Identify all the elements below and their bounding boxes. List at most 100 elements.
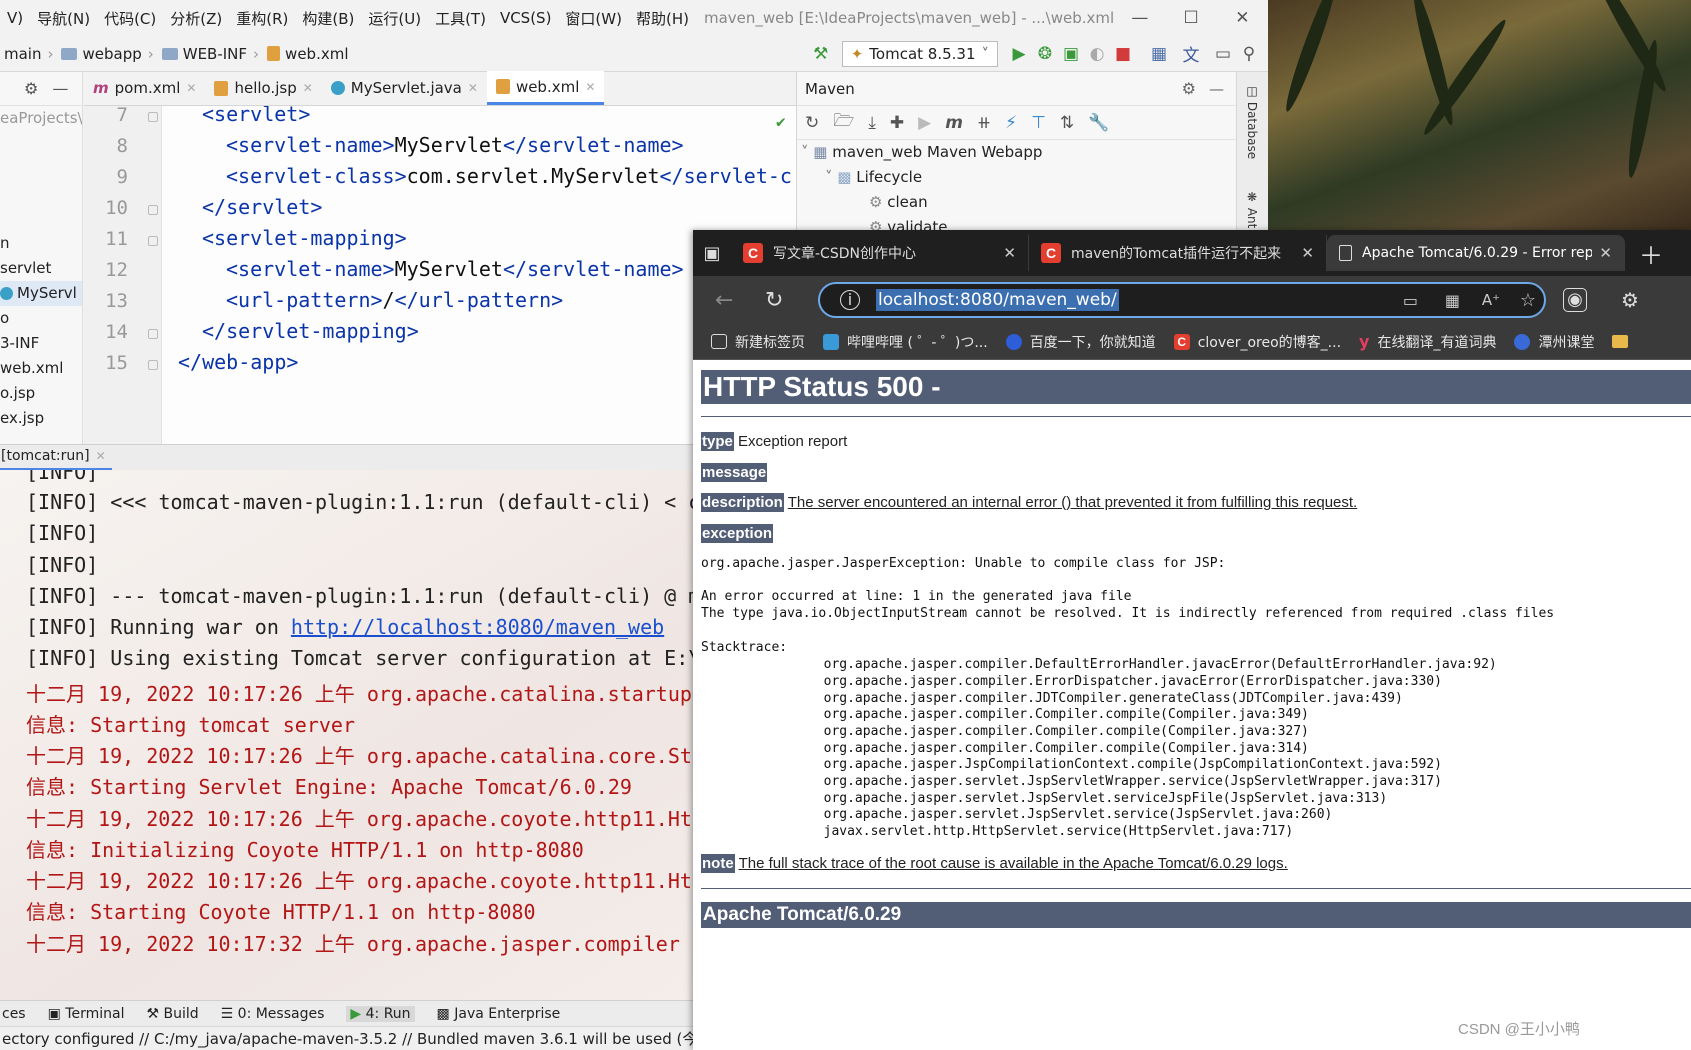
menu-analyze[interactable]: 分析(Z) — [163, 8, 229, 29]
new-tab-icon[interactable]: ＋ — [1639, 236, 1663, 271]
project-tree-row[interactable] — [0, 131, 82, 156]
download-icon[interactable]: ⤓ — [868, 113, 876, 133]
gear-icon[interactable]: ⚙ — [1182, 79, 1196, 98]
breadcrumb-web-inf[interactable]: WEB-INF › — [158, 45, 263, 63]
collapse-all-icon[interactable]: ⇅ — [1060, 113, 1074, 133]
tab-web-xml[interactable]: web.xml ✕ — [486, 71, 605, 105]
ant-tool-button[interactable]: ❋ Ant — [1245, 190, 1259, 228]
apps-icon[interactable]: ▦ — [1445, 291, 1460, 310]
browser-tab-tomcat-error[interactable]: Apache Tomcat/6.0.29 - Error rep ✕ — [1327, 235, 1625, 271]
gear-icon[interactable]: ⚙ — [24, 79, 38, 98]
project-tree-row[interactable]: servlet — [0, 256, 82, 281]
favorite-csdn-blog[interactable]: Cclover_oreo的博客_... — [1156, 332, 1341, 352]
tab-pom-xml[interactable]: m pom.xml ✕ — [84, 71, 205, 105]
add-folder-icon[interactable]: 🗁 — [833, 108, 854, 137]
close-tab-icon[interactable]: ✕ — [303, 81, 313, 95]
browser-tab-csdn-write[interactable]: C 写文章-CSDN创作中心 ✕ — [731, 235, 1029, 271]
run-configuration-select[interactable]: ✦ Tomcat 8.5.31 ˅ — [841, 40, 998, 67]
app-available-icon[interactable]: ▭ — [1403, 291, 1418, 310]
close-tab-icon[interactable]: ✕ — [1599, 244, 1612, 262]
favorite-youdao[interactable]: y 在线翻译_有道词典 — [1341, 332, 1496, 352]
maximize-icon[interactable]: ☐ — [1165, 8, 1216, 28]
menu-tools[interactable]: 工具(T) — [428, 8, 493, 29]
favorite-bilibili[interactable]: 哔哩哔哩 ( ゜- ゜)つ... — [805, 332, 988, 352]
stop-icon[interactable]: ■ — [1110, 41, 1136, 67]
close-tab-icon[interactable]: ✕ — [1301, 244, 1314, 262]
read-aloud-icon[interactable]: A⁺ — [1482, 291, 1500, 309]
tab-myservlet-java[interactable]: MyServlet.java ✕ — [322, 71, 487, 105]
url-text[interactable]: localhost:8080/maven_web/ — [876, 289, 1119, 311]
tool-tab-messages[interactable]: ☰ 0: Messages — [221, 1006, 325, 1022]
close-tab-icon[interactable]: ✕ — [1003, 244, 1016, 262]
menu-window[interactable]: 窗口(W) — [558, 8, 629, 29]
close-tab-icon[interactable]: ✕ — [96, 449, 106, 463]
menu-vcs[interactable]: VCS(S) — [493, 9, 558, 27]
project-tree-row[interactable]: n — [0, 231, 82, 256]
translate-icon[interactable]: 文 — [1178, 41, 1204, 67]
menu-build[interactable]: 构建(B) — [295, 8, 361, 29]
site-info-icon[interactable]: i — [840, 290, 860, 310]
profile-icon[interactable]: ◐ — [1084, 41, 1110, 67]
code-editor[interactable]: 7 8 9 10 11 12 13 14 15 <servlet> <servl… — [84, 106, 796, 444]
favorites-folder[interactable] — [1594, 335, 1629, 348]
address-bar[interactable]: i localhost:8080/maven_web/ ▭ ▦ A⁺ ☆ — [818, 282, 1546, 318]
maven-tree-project[interactable]: ˅ ▦ maven_web Maven Webapp — [797, 140, 1236, 165]
tab-hello-jsp[interactable]: hello.jsp ✕ — [205, 71, 321, 105]
fold-marker-icon[interactable] — [148, 205, 158, 215]
skip-tests-icon[interactable]: ⚡ — [1005, 113, 1017, 133]
menu-view[interactable]: V) — [0, 9, 30, 27]
run-console[interactable]: [INFO] [INFO] <<< tomcat-maven-plugin:1.… — [0, 470, 700, 1010]
tab-actions-icon[interactable]: ▣ — [693, 243, 731, 264]
project-tree-row-selected[interactable]: MyServl — [0, 281, 82, 306]
close-tab-icon[interactable]: ✕ — [468, 81, 478, 95]
menu-code[interactable]: 代码(C) — [97, 8, 163, 29]
database-tool-button[interactable]: ◫ Database — [1245, 84, 1259, 159]
project-tree-row[interactable]: eaProjects\ — [0, 106, 82, 131]
terminal-window-icon[interactable]: ▭ — [1210, 41, 1236, 67]
inspection-ok-icon[interactable]: ✔ — [776, 112, 786, 131]
tool-tab-build[interactable]: ⚒ Build — [146, 1006, 198, 1022]
reload-icon[interactable]: ↻ — [765, 288, 783, 313]
project-tree-row[interactable]: 3-INF — [0, 331, 82, 356]
tool-tab-run[interactable]: ▶ 4: Run — [346, 1005, 415, 1022]
menu-navigate[interactable]: 导航(N) — [30, 8, 97, 29]
menu-help[interactable]: 帮助(H) — [629, 8, 696, 29]
debug-icon[interactable]: ❂ — [1032, 41, 1058, 67]
show-dependencies-icon[interactable]: ⊤ — [1031, 113, 1046, 133]
close-tab-icon[interactable]: ✕ — [186, 81, 196, 95]
maven-tree-lifecycle[interactable]: ˅ ▩ Lifecycle — [797, 165, 1236, 190]
project-tree-row[interactable] — [0, 156, 82, 181]
maven-goal-icon[interactable]: m — [945, 113, 963, 133]
project-tree-row[interactable] — [0, 181, 82, 206]
run-goal-icon[interactable]: ▶ — [918, 113, 931, 133]
project-structure-icon[interactable]: ▦ — [1146, 41, 1172, 67]
fold-marker-icon[interactable] — [148, 236, 158, 246]
project-tree-row[interactable]: ex.jsp — [0, 406, 82, 431]
reload-icon[interactable]: ↻ — [805, 113, 819, 133]
hide-panel-icon[interactable]: — — [1209, 80, 1224, 98]
search-icon[interactable]: ⚲ — [1236, 41, 1262, 67]
project-tree-row[interactable] — [0, 206, 82, 231]
run-icon[interactable]: ▶ — [1006, 41, 1032, 67]
project-tree-row[interactable]: o — [0, 306, 82, 331]
fold-marker-icon[interactable] — [148, 329, 158, 339]
maven-tree-clean[interactable]: ⚙ clean — [797, 190, 1236, 215]
coverage-icon[interactable]: ▣ — [1058, 41, 1084, 67]
breadcrumb-webapp[interactable]: webapp › — [57, 45, 157, 63]
profile-icon[interactable]: ◉ — [1563, 288, 1587, 312]
fold-marker-icon[interactable] — [148, 360, 158, 370]
back-icon[interactable]: ← — [715, 288, 733, 313]
project-tree-row[interactable]: o.jsp — [0, 381, 82, 406]
favorite-star-icon[interactable]: ☆ — [1520, 290, 1536, 311]
project-tree-row[interactable]: web.xml — [0, 356, 82, 381]
favorite-tanzhou[interactable]: 潭州课堂 — [1496, 332, 1594, 352]
minimize-icon[interactable]: — — [1114, 8, 1165, 28]
wrench-icon[interactable]: 🔧 — [1088, 113, 1109, 133]
menu-run[interactable]: 运行(U) — [361, 8, 428, 29]
fold-marker-icon[interactable] — [148, 112, 158, 122]
breadcrumb-web-xml[interactable]: web.xml — [263, 45, 352, 63]
close-tab-icon[interactable]: ✕ — [585, 80, 595, 94]
menu-refactor[interactable]: 重构(R) — [229, 8, 295, 29]
tool-tab-terminal[interactable]: ▣ Terminal — [48, 1006, 125, 1022]
settings-icon[interactable]: ⚙ — [1621, 288, 1639, 312]
